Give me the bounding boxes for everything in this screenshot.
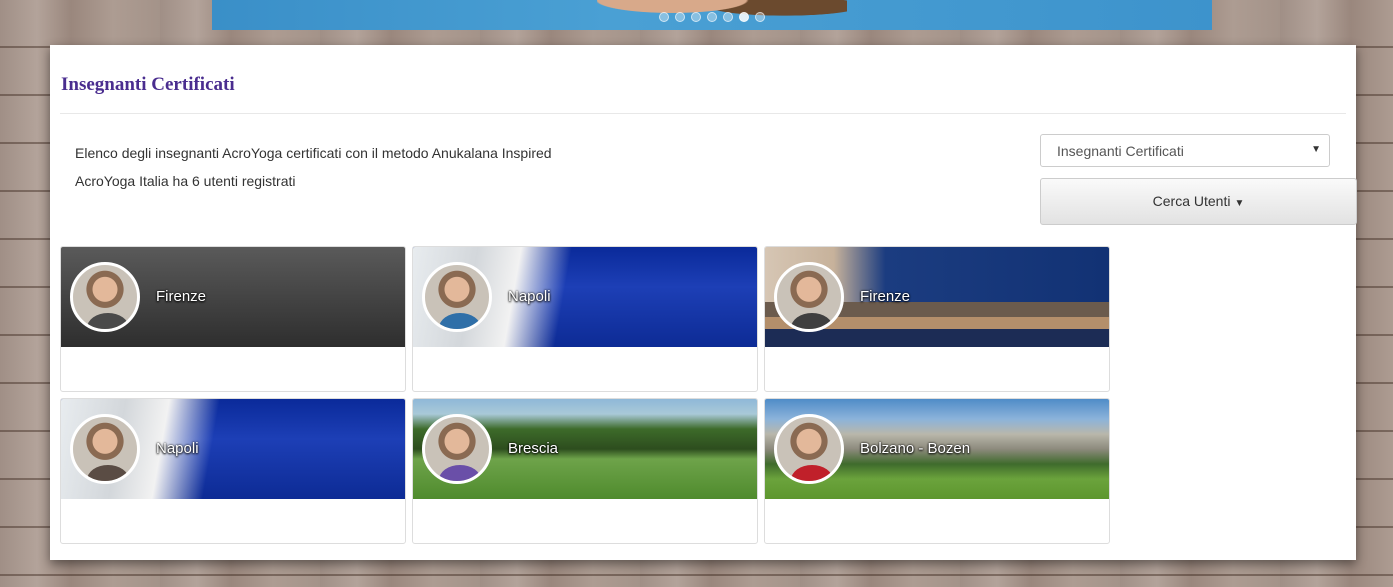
avatar[interactable] bbox=[70, 414, 140, 484]
caret-down-icon: ▼ bbox=[1234, 198, 1245, 209]
carousel-dot[interactable] bbox=[675, 12, 685, 22]
page-title: Insegnanti Certificati bbox=[61, 74, 235, 95]
user-location[interactable]: Napoli bbox=[508, 288, 551, 305]
search-users-label: Cerca Utenti bbox=[1152, 193, 1231, 209]
divider bbox=[60, 113, 1346, 114]
search-users-button[interactable]: Cerca Utenti ▼ bbox=[1040, 178, 1357, 225]
carousel-dot[interactable] bbox=[755, 12, 765, 22]
user-card[interactable]: Bolzano - Bozen bbox=[764, 398, 1110, 544]
carousel-dot[interactable] bbox=[691, 12, 701, 22]
list-description: Elenco degli insegnanti AcroYoga certifi… bbox=[75, 145, 552, 161]
carousel-dot-active[interactable] bbox=[739, 12, 749, 22]
user-card[interactable]: Napoli bbox=[412, 246, 758, 392]
hero-banner bbox=[212, 0, 1212, 30]
avatar[interactable] bbox=[774, 262, 844, 332]
avatar[interactable] bbox=[422, 262, 492, 332]
user-card[interactable]: Napoli bbox=[60, 398, 406, 544]
user-location[interactable]: Napoli bbox=[156, 440, 199, 457]
avatar[interactable] bbox=[774, 414, 844, 484]
chevron-down-icon: ▼ bbox=[1311, 144, 1321, 155]
user-location[interactable]: Firenze bbox=[860, 288, 910, 305]
user-card[interactable]: Firenze bbox=[764, 246, 1110, 392]
avatar[interactable] bbox=[70, 262, 140, 332]
list-select[interactable]: Insegnanti Certificati ▼ bbox=[1040, 134, 1330, 167]
avatar[interactable] bbox=[422, 414, 492, 484]
user-location[interactable]: Bolzano - Bozen bbox=[860, 440, 970, 457]
user-count: AcroYoga Italia ha 6 utenti registrati bbox=[75, 173, 296, 189]
carousel-dot[interactable] bbox=[659, 12, 669, 22]
users-panel: Insegnanti Certificati Elenco degli inse… bbox=[50, 45, 1357, 560]
user-card[interactable]: Firenze bbox=[60, 246, 406, 392]
carousel-dot[interactable] bbox=[707, 12, 717, 22]
user-location[interactable]: Firenze bbox=[156, 288, 206, 305]
carousel-dot[interactable] bbox=[723, 12, 733, 22]
carousel-indicators bbox=[659, 12, 765, 22]
list-select-value: Insegnanti Certificati bbox=[1057, 143, 1184, 159]
user-card[interactable]: Brescia bbox=[412, 398, 758, 544]
user-location[interactable]: Brescia bbox=[508, 440, 558, 457]
